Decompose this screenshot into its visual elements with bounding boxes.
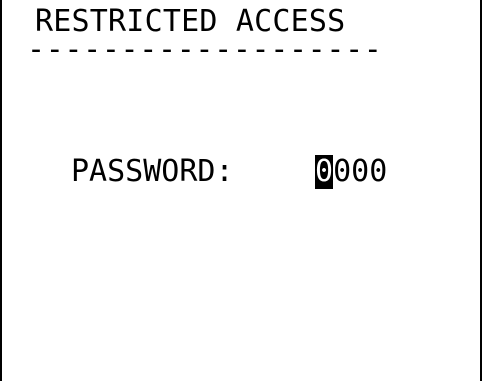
password-digit-1[interactable]: 0	[315, 155, 334, 189]
password-label: PASSWORD:	[71, 154, 234, 189]
title-divider: -------------------	[27, 32, 383, 67]
password-input[interactable]: 0 0 0 0	[315, 155, 387, 189]
password-row: PASSWORD: 0 0 0 0	[71, 152, 387, 192]
password-digit-3[interactable]: 0	[351, 155, 369, 189]
password-digit-2[interactable]: 0	[333, 155, 351, 189]
restricted-access-screen: RESTRICTED ACCESS ------------------- PA…	[0, 0, 482, 381]
password-digit-4[interactable]: 0	[369, 155, 387, 189]
